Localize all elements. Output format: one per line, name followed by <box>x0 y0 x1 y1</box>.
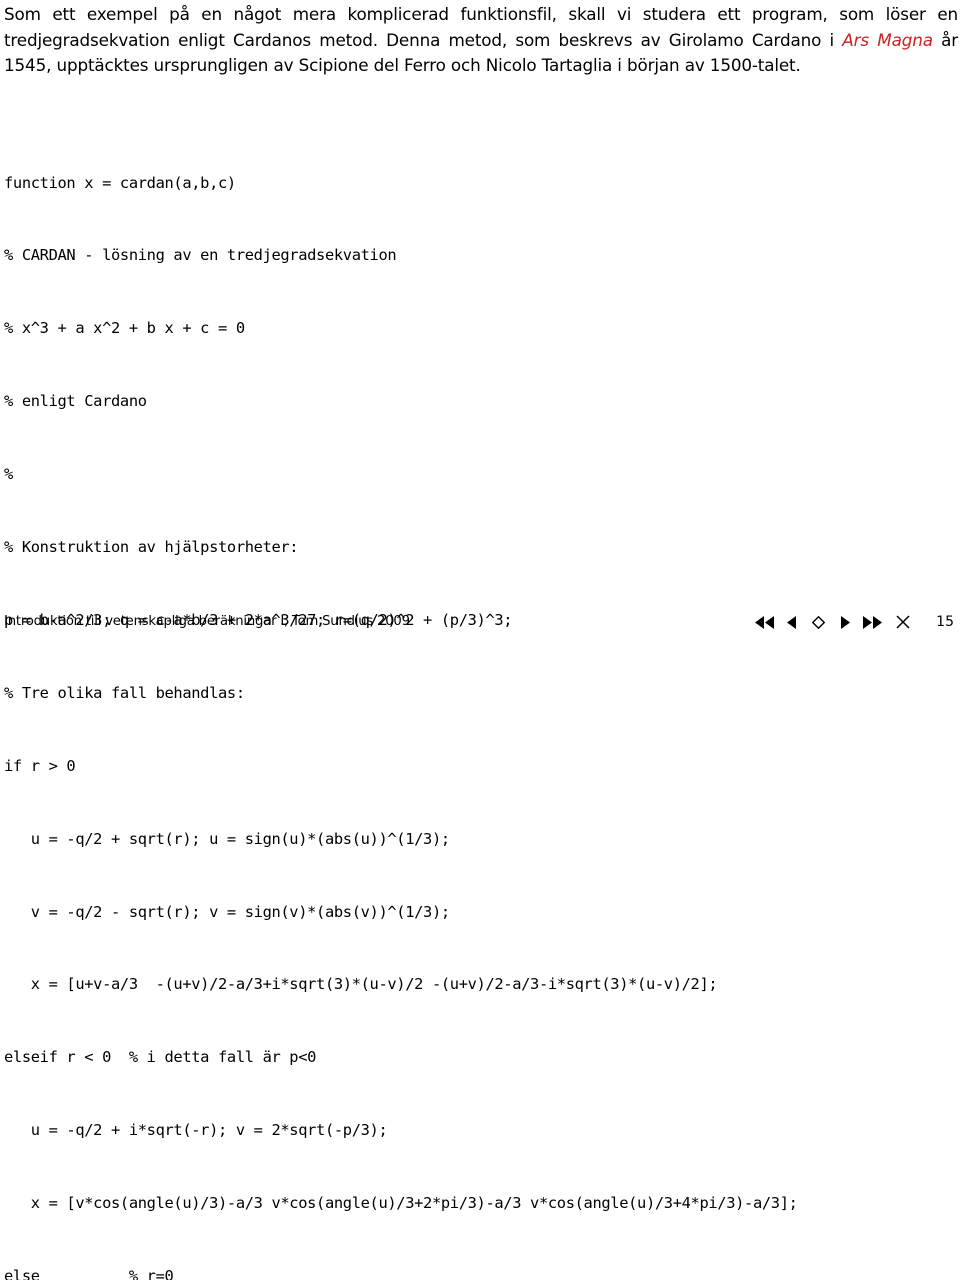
code-line: function x = cardan(a,b,c) <box>4 173 236 192</box>
code-line: v = -q/2 - sqrt(r); v = sign(v)*(abs(v))… <box>4 902 450 921</box>
code-line: if r > 0 <box>4 756 76 775</box>
first-slide-button[interactable] <box>751 612 778 632</box>
close-presentation-button[interactable] <box>886 612 920 632</box>
intro-paragraph: Som ett exempel på en något mera komplic… <box>4 2 958 79</box>
code-line: % <box>4 465 13 484</box>
code-line: else % r=0 <box>4 1266 174 1280</box>
code-line: x = [v*cos(angle(u)/3)-a/3 v*cos(angle(u… <box>4 1194 798 1213</box>
code-line: % enligt Cardano <box>4 392 147 411</box>
slide-footer: Introduktion till vetenskapliga beräknin… <box>0 606 960 640</box>
navigation-bar: 15 <box>751 612 954 632</box>
last-slide-button[interactable] <box>859 612 886 632</box>
code-line: % x^3 + a x^2 + b x + c = 0 <box>4 319 245 338</box>
page-number: 15 <box>936 614 954 630</box>
code-line: % Tre olika fall behandlas: <box>4 683 245 702</box>
next-slide-button[interactable] <box>832 612 859 632</box>
footer-credit: Introduktion till vetenskapliga beräknin… <box>4 614 410 629</box>
code-line: elseif r < 0 % i detta fall är p<0 <box>4 1048 317 1067</box>
code-line: % CARDAN - lösning av en tredjegradsekva… <box>4 246 397 265</box>
previous-slide-button[interactable] <box>778 612 805 632</box>
code-line: % Konstruktion av hjälpstorheter: <box>4 538 299 557</box>
go-to-slide-button[interactable] <box>805 612 832 632</box>
intro-text: Som ett exempel på en något mera komplic… <box>4 2 958 79</box>
code-line: x = [u+v-a/3 -(u+v)/2-a/3+i*sqrt(3)*(u-v… <box>4 975 718 994</box>
code-line: u = -q/2 + i*sqrt(-r); v = 2*sqrt(-p/3); <box>4 1121 388 1140</box>
book-title-emphasis: Ars Magna <box>842 29 933 50</box>
code-line: u = -q/2 + sqrt(r); u = sign(u)*(abs(u))… <box>4 829 450 848</box>
intro-text-before-emphasis: Som ett exempel på en något mera komplic… <box>4 4 958 50</box>
code-listing: function x = cardan(a,b,c) % CARDAN - lö… <box>4 122 954 1280</box>
